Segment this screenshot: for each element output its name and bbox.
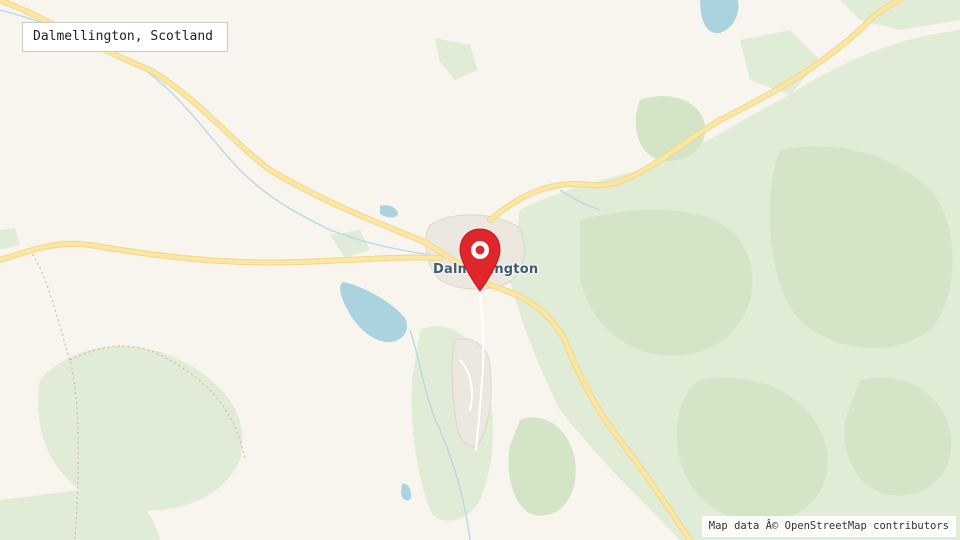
map-title: Dalmellington, Scotland	[33, 29, 214, 44]
map-title-box: Dalmellington, Scotland	[22, 22, 228, 52]
map-attribution: Map data Â© OpenStreetMap contributors	[701, 516, 956, 537]
map-view[interactable]: Dalmellington, Scotland Dalmellington Ma…	[0, 0, 960, 540]
map-pin-icon[interactable]	[457, 227, 503, 295]
